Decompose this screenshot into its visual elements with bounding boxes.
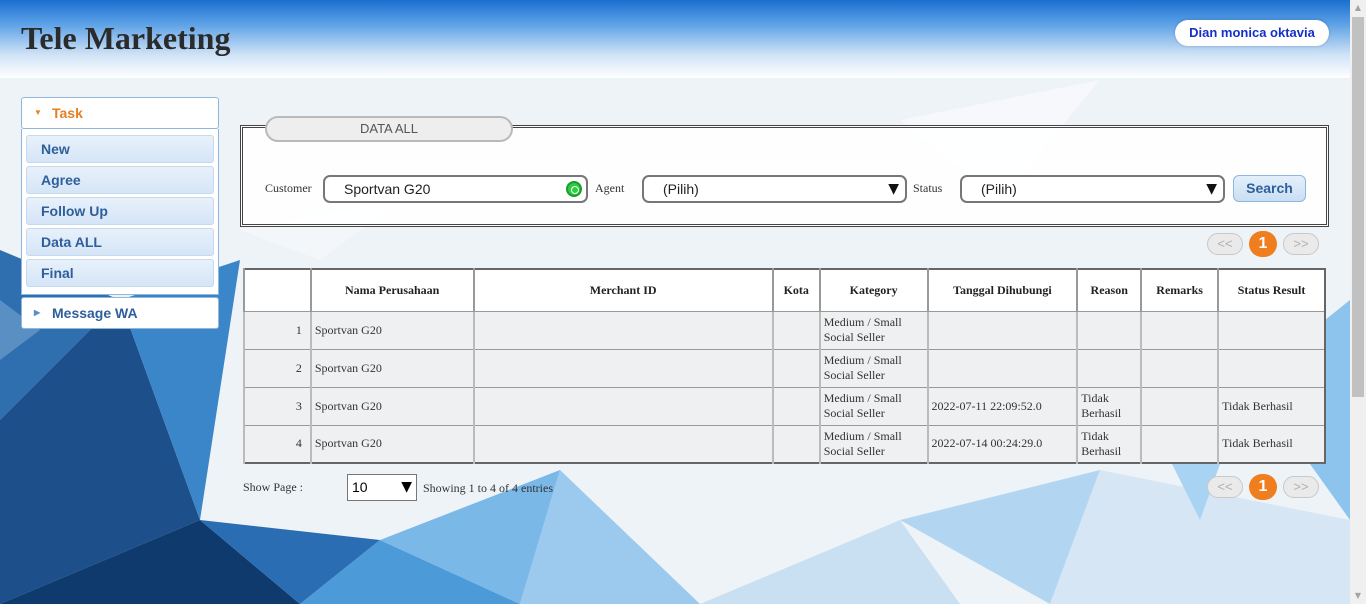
page-size-value: 10 (352, 479, 368, 495)
cell-merchant (472, 386, 774, 426)
cell-no: 1 (243, 310, 312, 350)
cell-status (1217, 310, 1326, 350)
sidebar: ▼ Task New Agree Follow Up Data ALL Fina… (21, 97, 219, 329)
cell-status: Tidak Berhasil (1217, 424, 1326, 464)
agent-select[interactable]: (Pilih) ▼ (642, 175, 907, 203)
entries-info: Showing 1 to 4 of 4 entries (423, 481, 553, 495)
cell-merchant (472, 348, 774, 388)
sidebar-item-data-all[interactable]: Data ALL (26, 228, 214, 256)
cell-remarks (1140, 310, 1219, 350)
status-select[interactable]: (Pilih) ▼ (960, 175, 1225, 203)
cell-kategory: Medium / Small Social Seller (818, 424, 929, 464)
cell-tanggal: 2022-07-14 00:24:29.0 (926, 424, 1078, 464)
table-row[interactable]: 1 Sportvan G20 Medium / Small Social Sel… (243, 310, 1326, 350)
table-row[interactable]: 4 Sportvan G20 Medium / Small Social Sel… (243, 424, 1326, 464)
cell-nama: Sportvan G20 (309, 424, 475, 464)
table-header-row: Nama Perusahaan Merchant ID Kota Kategor… (243, 268, 1326, 312)
show-page-label: Show Page : (243, 480, 303, 494)
target-icon[interactable] (566, 181, 582, 197)
cell-nama: Sportvan G20 (309, 310, 475, 350)
cell-no: 2 (243, 348, 312, 388)
sidebar-item-agree[interactable]: Agree (26, 166, 214, 194)
cell-reason: Tidak Berhasil (1076, 386, 1142, 426)
current-page-button[interactable]: 1 (1249, 231, 1277, 257)
column-header-kota[interactable]: Kota (771, 268, 821, 312)
cell-kota (771, 386, 821, 426)
column-header-nama-perusahaan[interactable]: Nama Perusahaan (309, 268, 475, 312)
next-page-button[interactable]: >> (1283, 233, 1319, 255)
sidebar-item-follow-up[interactable]: Follow Up (26, 197, 214, 225)
panel-title: DATA ALL (265, 116, 513, 142)
customer-field[interactable]: Sportvan G20 (323, 175, 588, 203)
column-header-tanggal-dihubungi[interactable]: Tanggal Dihubungi (926, 268, 1078, 312)
cell-reason (1076, 310, 1142, 350)
triangle-down-icon: ▼ (34, 108, 42, 117)
cell-reason (1076, 348, 1142, 388)
vertical-scrollbar[interactable]: ▲ ▼ (1350, 0, 1366, 604)
message-wa-label: Message WA (52, 305, 138, 321)
cell-merchant (472, 424, 774, 464)
task-accordion-header[interactable]: ▼ Task (21, 97, 219, 129)
column-header-status-result[interactable]: Status Result (1217, 268, 1326, 312)
sidebar-item-new[interactable]: New (26, 135, 214, 163)
message-wa-accordion-header[interactable]: ▶ Message WA (21, 297, 219, 329)
cell-nama: Sportvan G20 (309, 386, 475, 426)
cell-status (1217, 348, 1326, 388)
customer-value: Sportvan G20 (344, 181, 431, 197)
table-row[interactable]: 2 Sportvan G20 Medium / Small Social Sel… (243, 348, 1326, 388)
cell-kota (771, 348, 821, 388)
sidebar-item-final[interactable]: Final (26, 259, 214, 287)
customer-label: Customer (265, 181, 312, 195)
prev-page-button[interactable]: << (1207, 476, 1243, 498)
prev-page-button[interactable]: << (1207, 233, 1243, 255)
agent-label: Agent (595, 181, 625, 195)
chevron-down-icon: ▼ (888, 181, 899, 197)
cell-kategory: Medium / Small Social Seller (818, 310, 929, 350)
cell-reason: Tidak Berhasil (1076, 424, 1142, 464)
chevron-down-icon: ▼ (1206, 181, 1217, 197)
search-button[interactable]: Search (1233, 175, 1306, 202)
app-title: Tele Marketing (21, 20, 231, 56)
next-page-button[interactable]: >> (1283, 476, 1319, 498)
cell-no: 4 (243, 424, 312, 464)
column-header-merchant-id[interactable]: Merchant ID (472, 268, 774, 312)
cell-kategory: Medium / Small Social Seller (818, 386, 929, 426)
table-row[interactable]: 3 Sportvan G20 Medium / Small Social Sel… (243, 386, 1326, 426)
cell-tanggal: 2022-07-11 22:09:52.0 (926, 386, 1078, 426)
cell-remarks (1140, 424, 1219, 464)
cell-remarks (1140, 386, 1219, 426)
task-label: Task (52, 105, 83, 121)
cell-nama: Sportvan G20 (309, 348, 475, 388)
cell-kota (771, 424, 821, 464)
current-page-button[interactable]: 1 (1249, 474, 1277, 500)
cell-remarks (1140, 348, 1219, 388)
agent-value: (Pilih) (663, 181, 699, 197)
page-size-select[interactable]: 10 ▼ (347, 474, 417, 501)
scroll-up-icon[interactable]: ▲ (1350, 0, 1366, 16)
cell-status: Tidak Berhasil (1217, 386, 1326, 426)
status-value: (Pilih) (981, 181, 1017, 197)
data-table: Nama Perusahaan Merchant ID Kota Kategor… (243, 268, 1326, 464)
column-header-kategory[interactable]: Kategory (818, 268, 929, 312)
scroll-thumb[interactable] (1352, 17, 1364, 397)
app-header: Tele Marketing Dian monica oktavia (0, 0, 1350, 78)
column-header-remarks[interactable]: Remarks (1140, 268, 1219, 312)
cell-merchant (472, 310, 774, 350)
user-name-button[interactable]: Dian monica oktavia (1175, 20, 1329, 46)
cell-kota (771, 310, 821, 350)
cell-tanggal (926, 348, 1078, 388)
scroll-down-icon[interactable]: ▼ (1350, 588, 1366, 604)
triangle-right-icon: ▶ (34, 308, 41, 317)
cell-no: 3 (243, 386, 312, 426)
status-label: Status (913, 181, 943, 195)
cell-kategory: Medium / Small Social Seller (818, 348, 929, 388)
column-header-reason[interactable]: Reason (1076, 268, 1142, 312)
column-header-no (243, 268, 312, 312)
task-menu: New Agree Follow Up Data ALL Final (21, 129, 219, 295)
cell-tanggal (926, 310, 1078, 350)
chevron-down-icon: ▼ (401, 479, 412, 495)
